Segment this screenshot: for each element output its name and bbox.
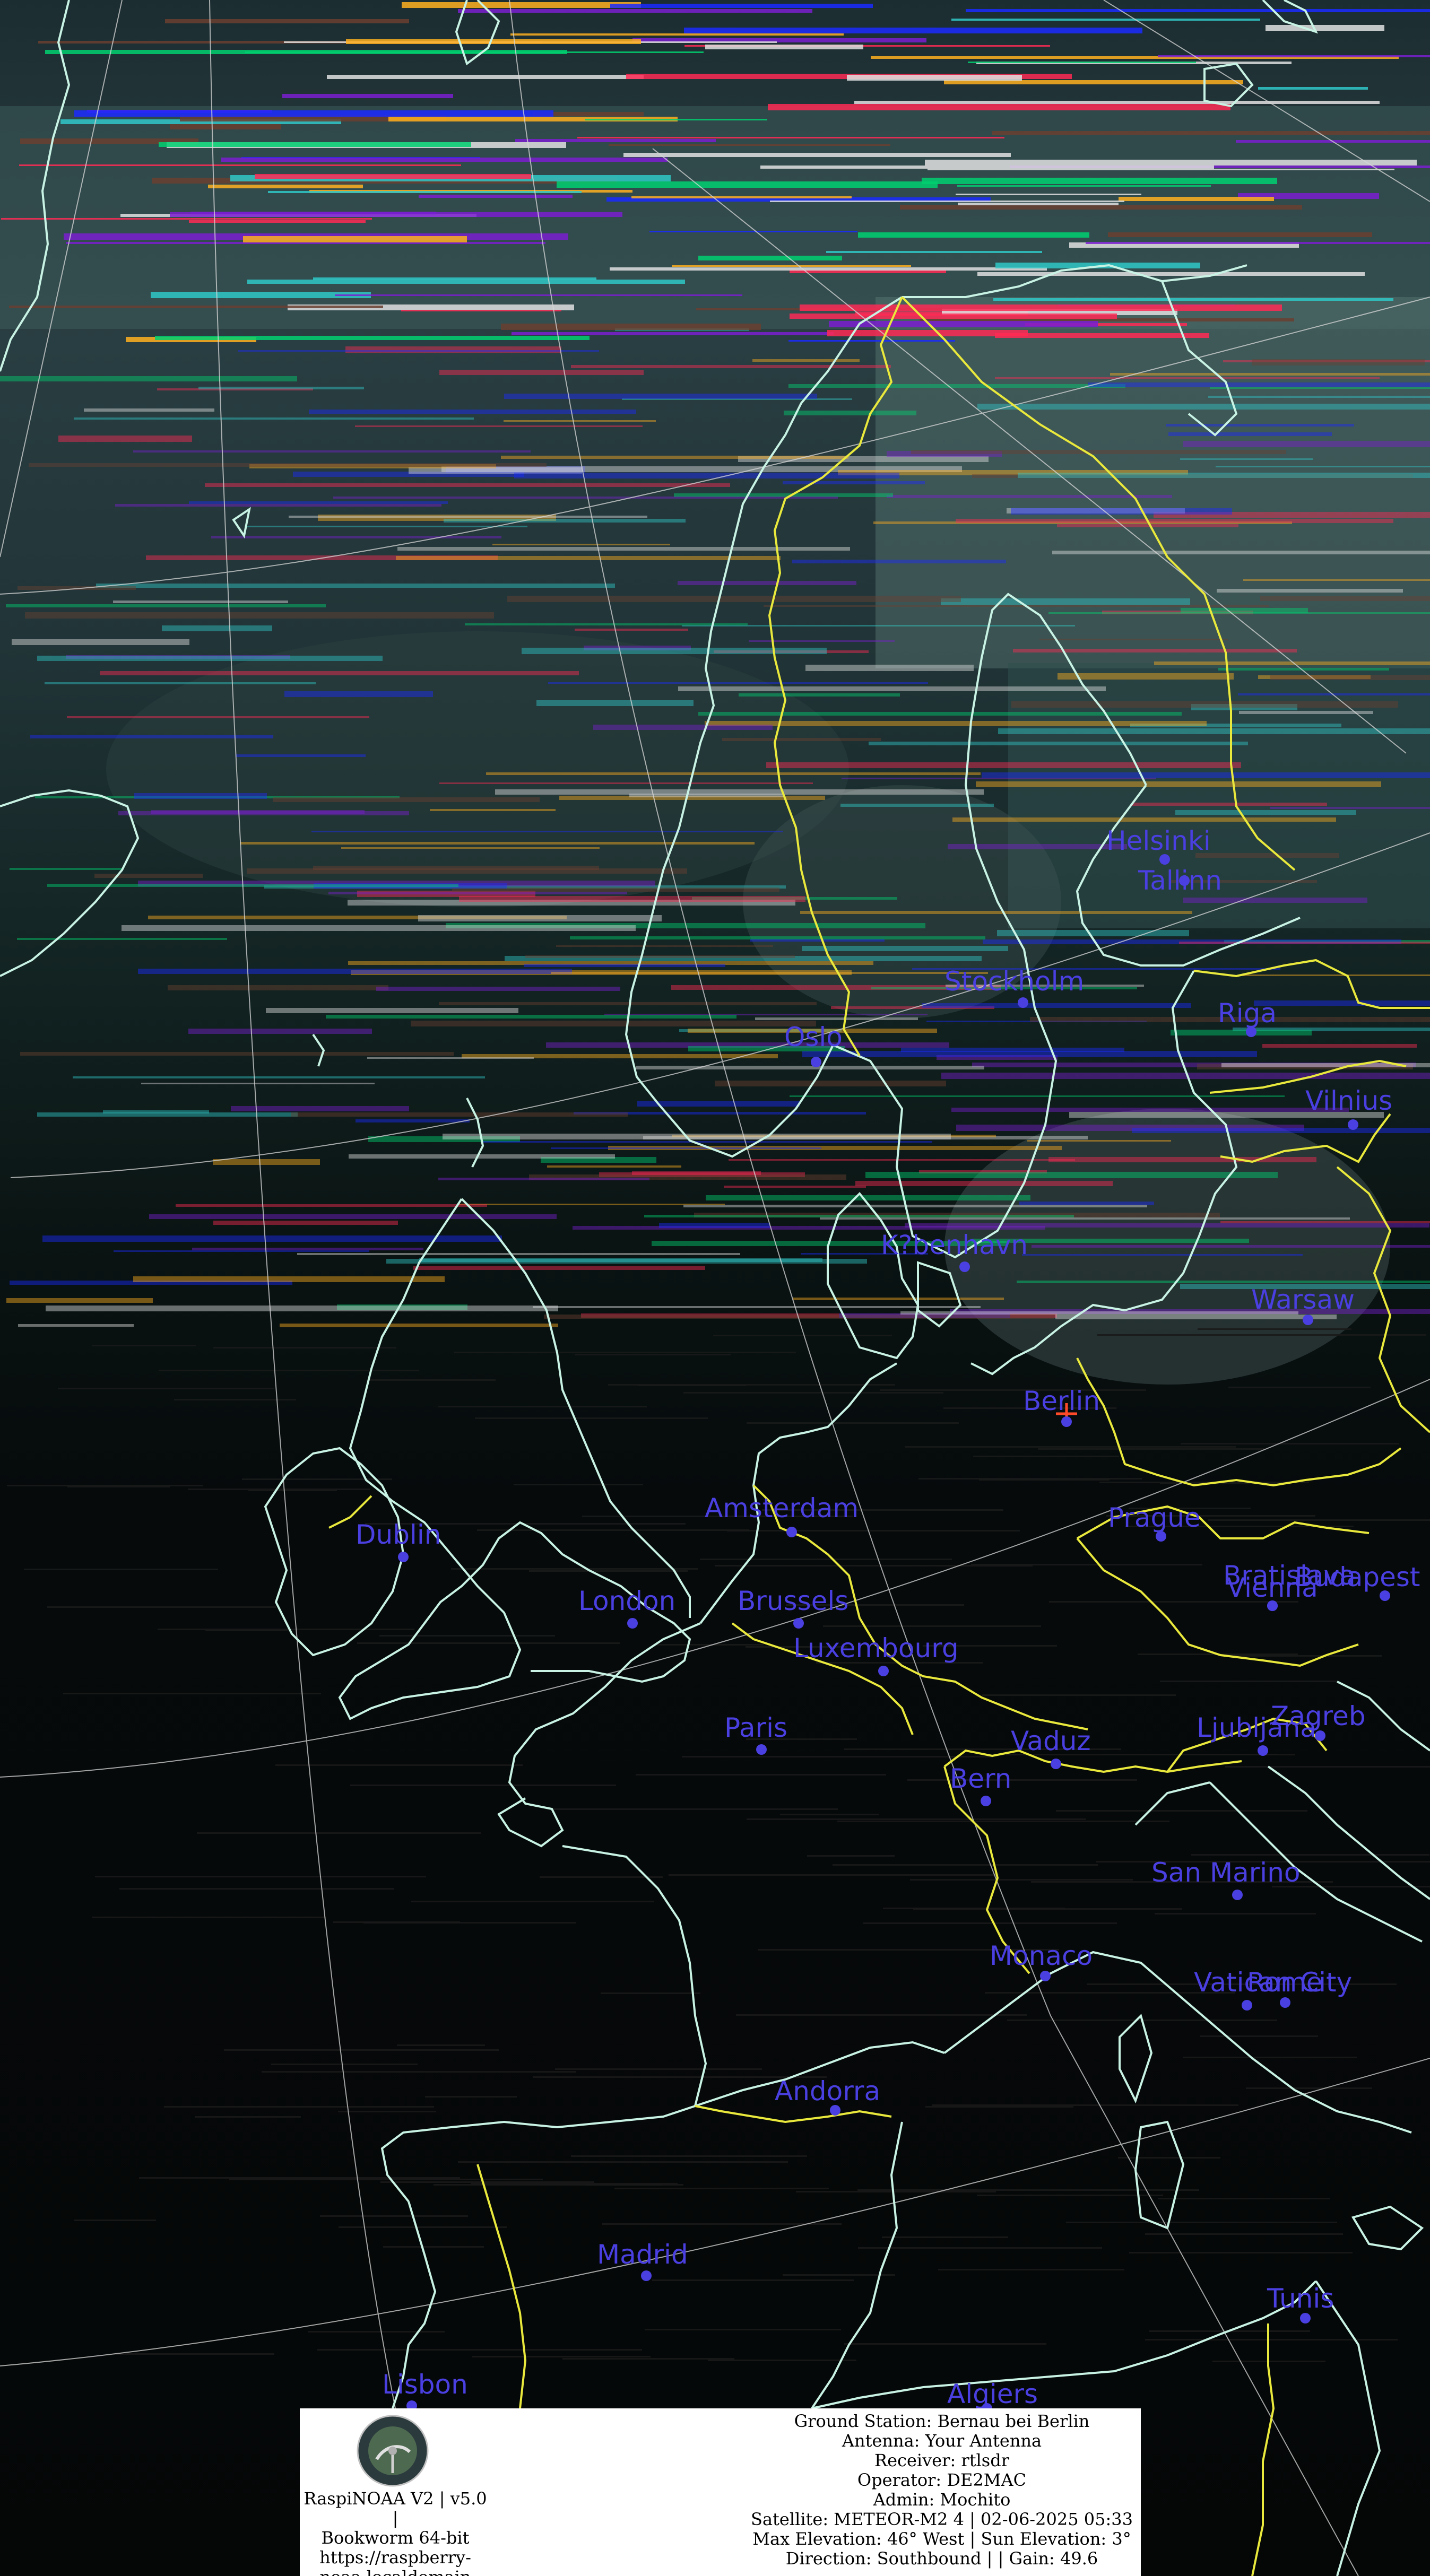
- city-dot-stockholm: [1018, 997, 1028, 1008]
- city-dot-san-marino: [1232, 1890, 1243, 1900]
- city-label-algiers: Algiers: [947, 2379, 1038, 2409]
- detail-line: Receiver: rtlsdr: [874, 2450, 1009, 2470]
- city-label-vilnius: Vilnius: [1305, 1085, 1393, 1116]
- detail-line: Antenna: Your Antenna: [842, 2431, 1042, 2451]
- city-dot-tallinn: [1179, 875, 1190, 886]
- city-dot-madrid: [641, 2270, 652, 2281]
- detail-line: Satellite: METEOR-M2 4 | 02-06-2025 05:3…: [751, 2509, 1133, 2529]
- detail-line: Max Elevation: 46° West | Sun Elevation:…: [752, 2529, 1131, 2549]
- city-label-vaduz: Vaduz: [1011, 1726, 1091, 1756]
- city-dot-bern: [981, 1796, 991, 1806]
- city-dot-tunis: [1300, 2313, 1311, 2323]
- city-label-madrid: Madrid: [597, 2239, 688, 2270]
- city-label-prague: Prague: [1108, 1502, 1201, 1533]
- city-label-dublin: Dublin: [356, 1519, 441, 1550]
- city-dot-paris: [756, 1744, 767, 1755]
- city-label-andorra: Andorra: [775, 2076, 881, 2107]
- software-line: https://raspberry-: [319, 2547, 471, 2568]
- city-label-lisbon: Lisbon: [382, 2369, 468, 2400]
- city-dot-vatican-city: [1242, 2000, 1252, 2011]
- city-label-rome: Rome: [1247, 1967, 1323, 1998]
- city-label-helsinki: Helsinki: [1106, 825, 1211, 856]
- city-label-stockholm: Stockholm: [944, 966, 1085, 997]
- city-dot-zagreb: [1315, 1730, 1325, 1741]
- info-panel: RaspiNOAA V2 | v5.0 | Bookworm 64-bit ht…: [300, 2408, 1141, 2576]
- detail-line: Ground Station: Bernau bei Berlin: [794, 2411, 1090, 2431]
- city-dot-london: [627, 1618, 638, 1629]
- city-dot-riga: [1246, 1026, 1256, 1037]
- city-label-san-marino: San Marino: [1151, 1857, 1301, 1888]
- city-dot-berlin: [1061, 1416, 1072, 1427]
- city-label-bern: Bern: [950, 1763, 1012, 1794]
- city-label-tunis: Tunis: [1267, 2283, 1334, 2314]
- city-label-london: London: [578, 1586, 676, 1616]
- city-label-brussels: Brussels: [738, 1586, 849, 1616]
- pass-details-text: Ground Station: Bernau bei Berlin Antenn…: [743, 2412, 1141, 2569]
- raspinoaa-logo-icon: [356, 2414, 430, 2488]
- city-dot-oslo: [811, 1057, 821, 1067]
- detail-line: Operator: DE2MAC: [857, 2470, 1027, 2490]
- city-label-zagreb: Zagreb: [1271, 1701, 1366, 1731]
- city-dot-andorra: [830, 2105, 840, 2116]
- software-line: RaspiNOAA V2 | v5.0 |: [304, 2488, 487, 2528]
- city-dot-vaduz: [1051, 1759, 1061, 1769]
- city-label-oslo: Oslo: [784, 1022, 843, 1052]
- city-dot-ljubljana: [1258, 1745, 1268, 1756]
- city-dot-k-benhavn: [959, 1261, 970, 1272]
- detail-line: Direction: Southbound | | Gain: 49.6: [785, 2548, 1098, 2569]
- city-label-k-benhavn: K?benhavn: [881, 1230, 1028, 1260]
- software-line: Bookworm 64-bit: [321, 2528, 470, 2548]
- software-line: noaa.localdomain: [300, 2568, 491, 2576]
- map-canvas: [0, 0, 1430, 2576]
- city-label-riga: Riga: [1218, 998, 1277, 1029]
- city-dot-prague: [1156, 1531, 1166, 1542]
- city-dot-vienna: [1267, 1600, 1278, 1611]
- satellite-map-image: HelsinkiTallinnStockholmOsloRigaVilniusK…: [0, 0, 1430, 2576]
- city-dot-luxembourg: [878, 1666, 889, 1676]
- city-dot-brussels: [793, 1618, 804, 1629]
- city-label-monaco: Monaco: [990, 1940, 1093, 1971]
- city-dot-monaco: [1040, 1971, 1051, 1981]
- city-label-berlin: Berlin: [1023, 1386, 1100, 1416]
- city-dot-vilnius: [1348, 1119, 1358, 1130]
- city-label-warsaw: Warsaw: [1251, 1284, 1355, 1315]
- station-software-text: RaspiNOAA V2 | v5.0 | Bookworm 64-bit ht…: [300, 2489, 491, 2576]
- city-dot-amsterdam: [786, 1527, 797, 1537]
- city-label-budapest: Budapest: [1295, 1562, 1420, 1592]
- city-dot-warsaw: [1303, 1315, 1313, 1325]
- city-label-paris: Paris: [724, 1712, 788, 1743]
- city-dot-rome: [1280, 1997, 1290, 2008]
- city-label-luxembourg: Luxembourg: [793, 1633, 959, 1664]
- city-dot-budapest: [1380, 1590, 1390, 1601]
- city-label-amsterdam: Amsterdam: [705, 1493, 859, 1524]
- city-dot-helsinki: [1159, 854, 1170, 865]
- city-dot-dublin: [398, 1552, 409, 1562]
- detail-line: Admin: Mochito: [873, 2490, 1011, 2510]
